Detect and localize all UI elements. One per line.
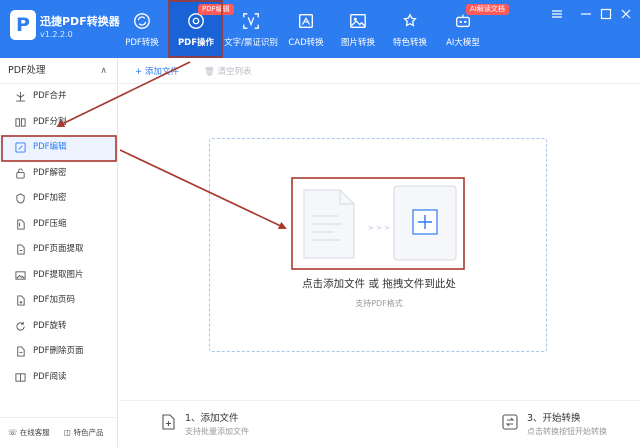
tab-label: PDF操作 bbox=[177, 38, 215, 48]
drop-illustration: > > > bbox=[303, 185, 457, 261]
scan-frame-icon bbox=[243, 13, 259, 29]
tab-label: 文字/票证识别 bbox=[224, 38, 278, 48]
merge-icon bbox=[15, 91, 26, 102]
add-file-icon bbox=[162, 414, 175, 430]
page-number-icon bbox=[17, 295, 25, 306]
steps-bar: 1、添加文件 支持批量添加文件 3、开始转换 点击转换按钮开始转换 bbox=[119, 400, 640, 447]
sidebar-item-page-number[interactable]: PDF加页码 bbox=[0, 288, 117, 314]
convert-icon bbox=[502, 414, 518, 430]
sidebar-item-merge[interactable]: PDF合并 bbox=[0, 84, 117, 110]
supported-format-hint: 支持PDF格式 bbox=[355, 299, 403, 308]
plus-icon: + bbox=[135, 67, 143, 77]
tab-label: 特色转换 bbox=[392, 38, 427, 48]
tab-label: PDF转换 bbox=[125, 38, 159, 48]
sidebar-item-label: PDF编辑 bbox=[33, 142, 67, 152]
sidebar-item-extract-image[interactable]: PDF提取图片 bbox=[0, 263, 117, 289]
extract-image-icon bbox=[15, 270, 26, 280]
unlock-icon bbox=[16, 167, 25, 179]
tab-label: AI大模型 bbox=[446, 38, 480, 48]
star-refresh-icon bbox=[403, 13, 417, 27]
file-toolbar: + 添加文件 🗑 清空列表 bbox=[119, 58, 640, 84]
close-icon[interactable] bbox=[619, 7, 633, 21]
gift-icon: ◫ bbox=[64, 428, 72, 437]
image-icon bbox=[350, 14, 366, 28]
chevron-up-icon: ∧ bbox=[100, 66, 107, 76]
step-desc: 点击转换按钮开始转换 bbox=[527, 427, 607, 436]
add-file-button[interactable]: + 添加文件 bbox=[135, 65, 179, 77]
sidebar-item-label: PDF提取图片 bbox=[33, 269, 84, 280]
rotate-icon bbox=[16, 321, 25, 331]
online-help-label: 在线客服 bbox=[19, 428, 50, 437]
tab-image-convert[interactable]: 图片转换 bbox=[331, 0, 385, 58]
split-icon bbox=[15, 117, 26, 127]
sidebar-item-label: PDF加密 bbox=[33, 193, 67, 203]
sidebar-footer: ☏ 在线客服 ◫ 特色产品 bbox=[0, 417, 117, 447]
tab-ocr[interactable]: 文字/票证识别 bbox=[223, 0, 279, 58]
add-file-label: 添加文件 bbox=[144, 67, 179, 77]
top-bar: P 迅捷PDF转换器 v1.2.2.0 PDF转换 PDF操作 PDF编辑 文字… bbox=[0, 0, 640, 58]
minimize-icon[interactable] bbox=[579, 7, 593, 21]
tab-label: CAD转换 bbox=[288, 38, 324, 48]
sidebar-item-label: PDF分割 bbox=[33, 116, 67, 127]
app-version: v1.2.2.0 bbox=[40, 30, 73, 39]
tab-special-convert[interactable]: 特色转换 bbox=[383, 0, 437, 58]
sidebar-item-label: PDF加页码 bbox=[33, 295, 76, 305]
sidebar-item-delete-page[interactable]: PDF删除页面 bbox=[0, 339, 117, 365]
sidebar-header-label: PDF处理 bbox=[8, 65, 46, 76]
step-title: 3、开始转换 bbox=[527, 413, 581, 424]
online-help-link[interactable]: ☏ 在线客服 bbox=[8, 427, 50, 438]
sidebar-item-compress[interactable]: PDF压缩 bbox=[0, 212, 117, 238]
app-logo-icon: P bbox=[10, 10, 36, 40]
menu-icon[interactable] bbox=[550, 7, 564, 21]
drop-instruction: 点击添加文件 或 拖拽文件到此处 bbox=[302, 278, 456, 290]
clear-list-button[interactable]: 🗑 清空列表 bbox=[204, 65, 252, 77]
file-drop-zone[interactable]: > > > 点击添加文件 或 拖拽文件到此处 支持PDF格式 bbox=[209, 138, 547, 352]
clear-list-label: 清空列表 bbox=[217, 67, 252, 77]
featured-products-link[interactable]: ◫ 特色产品 bbox=[64, 427, 103, 438]
transfer-arrows: > > > bbox=[368, 224, 390, 232]
sidebar-item-page-extract[interactable]: PDF页面提取 bbox=[0, 237, 117, 263]
featured-products-label: 特色产品 bbox=[73, 428, 104, 437]
edit-icon bbox=[15, 142, 26, 153]
sidebar-item-read[interactable]: PDF阅读 bbox=[0, 365, 117, 391]
sidebar-item-label: PDF合并 bbox=[33, 91, 67, 101]
cad-drawing-icon bbox=[299, 14, 313, 28]
sidebar-item-encrypt[interactable]: PDF加密 bbox=[0, 186, 117, 212]
sidebar-item-label: PDF页面提取 bbox=[33, 244, 84, 254]
shield-icon bbox=[16, 193, 25, 204]
book-icon bbox=[15, 372, 26, 382]
app-name: 迅捷PDF转换器 bbox=[40, 15, 120, 28]
sidebar-item-split[interactable]: PDF分割 bbox=[0, 110, 117, 136]
headset-icon: ☏ bbox=[8, 428, 18, 437]
step-title: 1、添加文件 bbox=[185, 413, 239, 424]
sidebar-item-label: PDF删除页面 bbox=[33, 346, 84, 356]
page-extract-icon bbox=[17, 244, 25, 255]
sidebar-item-label: PDF压缩 bbox=[33, 218, 67, 229]
compress-icon bbox=[17, 218, 25, 230]
tab-cad-convert[interactable]: CAD转换 bbox=[279, 0, 333, 58]
sidebar-item-rotate[interactable]: PDF旋转 bbox=[0, 314, 117, 340]
add-placeholder-icon bbox=[393, 185, 457, 261]
ai-badge: AI解读文档 bbox=[466, 4, 509, 15]
tab-pdf-convert[interactable]: PDF转换 bbox=[115, 0, 169, 58]
sidebar-item-decrypt[interactable]: PDF解密 bbox=[0, 161, 117, 187]
maximize-icon[interactable] bbox=[599, 7, 613, 21]
sidebar-item-label: PDF阅读 bbox=[33, 371, 67, 382]
step-desc: 支持批量添加文件 bbox=[185, 427, 249, 436]
sidebar-item-label: PDF解密 bbox=[33, 167, 67, 178]
sidebar: PDF处理 ∧ PDF合并 PDF分割 PDF编辑 PDF解密 PDF加密 PD… bbox=[0, 58, 118, 447]
tab-label: 图片转换 bbox=[340, 38, 375, 48]
trash-icon: 🗑 bbox=[204, 67, 215, 77]
sidebar-item-edit[interactable]: PDF编辑 bbox=[0, 135, 117, 161]
document-icon bbox=[303, 189, 355, 259]
delete-page-icon bbox=[17, 346, 25, 357]
sidebar-header[interactable]: PDF处理 ∧ bbox=[0, 58, 117, 84]
sidebar-item-label: PDF旋转 bbox=[33, 320, 67, 331]
refresh-icon bbox=[134, 13, 150, 29]
